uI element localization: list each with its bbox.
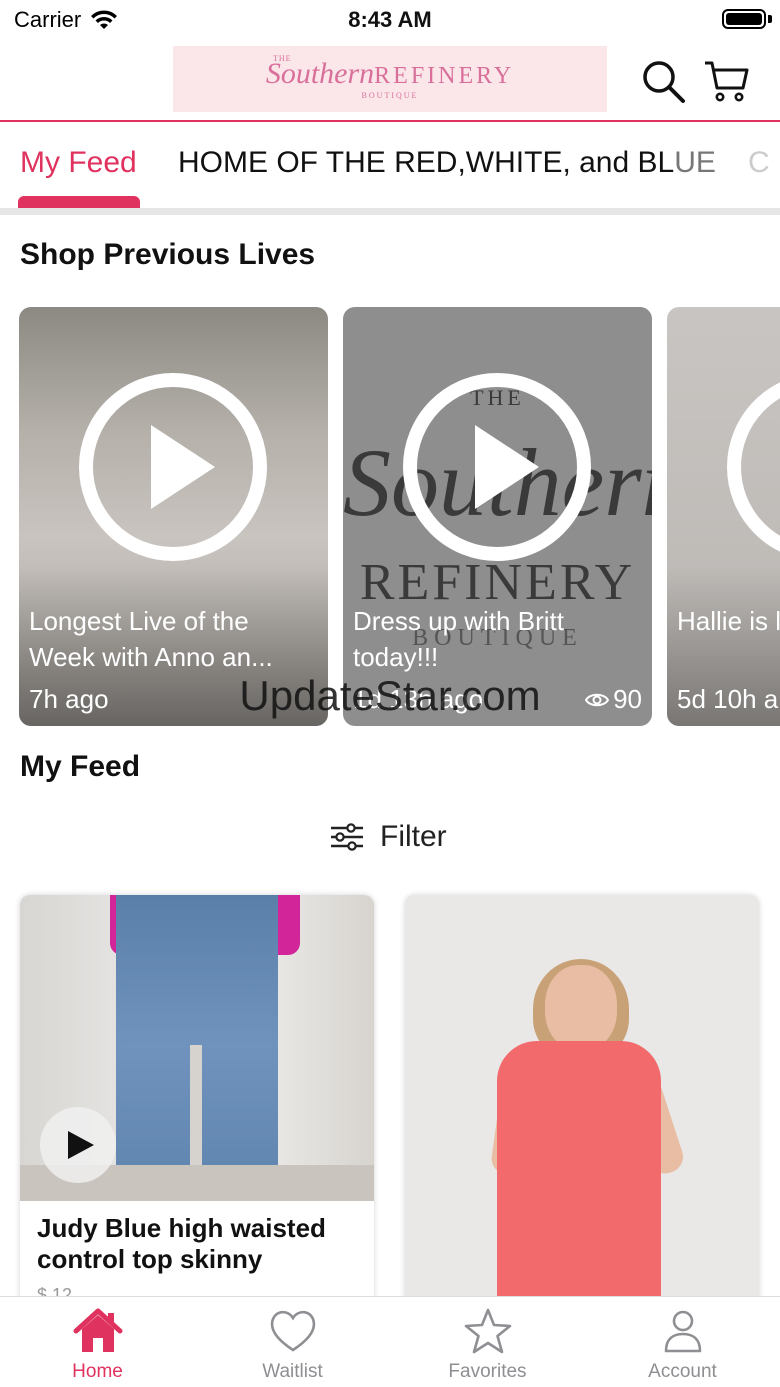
site-watermark: UpdateStar.com	[239, 672, 541, 719]
tabbar-account[interactable]: Account	[585, 1297, 780, 1387]
filter-label: Filter	[380, 820, 447, 853]
logo-refinery: REFINERY	[374, 62, 515, 89]
play-icon[interactable]	[79, 373, 267, 561]
status-time: 8:43 AM	[348, 7, 432, 32]
tabbar-account-label: Account	[648, 1361, 717, 1382]
logo-boutique: BOUTIQUE	[361, 90, 419, 100]
section-title-previous-lives: Shop Previous Lives	[20, 238, 316, 271]
live-card[interactable]: Hallie is live toda 5d 10h a	[667, 307, 780, 726]
tab-my-feed[interactable]: My Feed	[20, 146, 137, 180]
play-icon[interactable]	[727, 373, 780, 561]
logo-wordmark: SouthernREFINERY	[266, 58, 515, 89]
brand-logo[interactable]: SouthernREFINERY BOUTIQUE THE	[173, 46, 607, 112]
tabbar-favorites-label: Favorites	[448, 1361, 527, 1382]
tab-red-white-blue-label-fade: UE	[674, 146, 716, 179]
product-card[interactable]	[405, 895, 759, 1315]
tabbar-waitlist-label: Waitlist	[262, 1361, 323, 1382]
live-card[interactable]: THE Southern REFINERY BOUTIQUE Dress up …	[343, 307, 652, 726]
tab-red-white-blue[interactable]: HOME OF THE RED,WHITE, and BLUE	[178, 146, 716, 180]
tabbar-waitlist[interactable]: Waitlist	[195, 1297, 390, 1387]
live-title: Longest Live of the Week with Anno an...	[29, 606, 273, 672]
search-icon[interactable]	[640, 58, 686, 104]
lives-carousel[interactable]: Longest Live of the Week with Anno an...…	[0, 307, 780, 727]
live-card[interactable]: Longest Live of the Week with Anno an...…	[19, 307, 328, 726]
product-title: Judy Blue high waisted control top skinn…	[37, 1213, 326, 1274]
logo-the: THE	[273, 54, 292, 63]
photo-shape	[545, 965, 617, 1051]
video-play-icon[interactable]	[40, 1107, 116, 1183]
photo-shape	[497, 1041, 661, 1315]
active-tab-indicator	[18, 196, 140, 208]
category-tabs: My Feed HOME OF THE RED,WHITE, and BLUE …	[0, 124, 780, 208]
app-header: SouthernREFINERY BOUTIQUE THE	[0, 40, 780, 122]
heart-icon	[270, 1310, 315, 1352]
tabbar-home-label: Home	[72, 1361, 123, 1382]
house-icon	[73, 1308, 122, 1352]
cart-icon[interactable]	[703, 58, 749, 104]
person-icon	[664, 1310, 701, 1353]
bottom-tab-bar: Home Waitlist Favorites Account	[0, 1296, 780, 1387]
filter-button[interactable]: Filter	[330, 820, 447, 854]
star-icon	[464, 1308, 511, 1354]
live-title: Dress up with Britt today!!!	[353, 606, 564, 672]
battery-nub	[768, 15, 772, 23]
tab-next[interactable]: C	[748, 146, 770, 180]
tabbar-home[interactable]: Home	[0, 1297, 195, 1387]
tabbar-favorites[interactable]: Favorites	[390, 1297, 585, 1387]
battery-icon	[722, 9, 766, 29]
tabs-divider	[0, 208, 780, 215]
play-icon[interactable]	[403, 373, 591, 561]
sliders-icon	[331, 823, 363, 851]
product-card[interactable]: Judy Blue high waisted control top skinn…	[20, 895, 374, 1315]
tab-red-white-blue-label: HOME OF THE RED,WHITE, and BL	[178, 146, 675, 179]
live-title: Hallie is live toda	[677, 606, 780, 636]
section-title-my-feed: My Feed	[20, 750, 141, 783]
status-bar: Carrier 8:43 AM	[0, 0, 780, 40]
